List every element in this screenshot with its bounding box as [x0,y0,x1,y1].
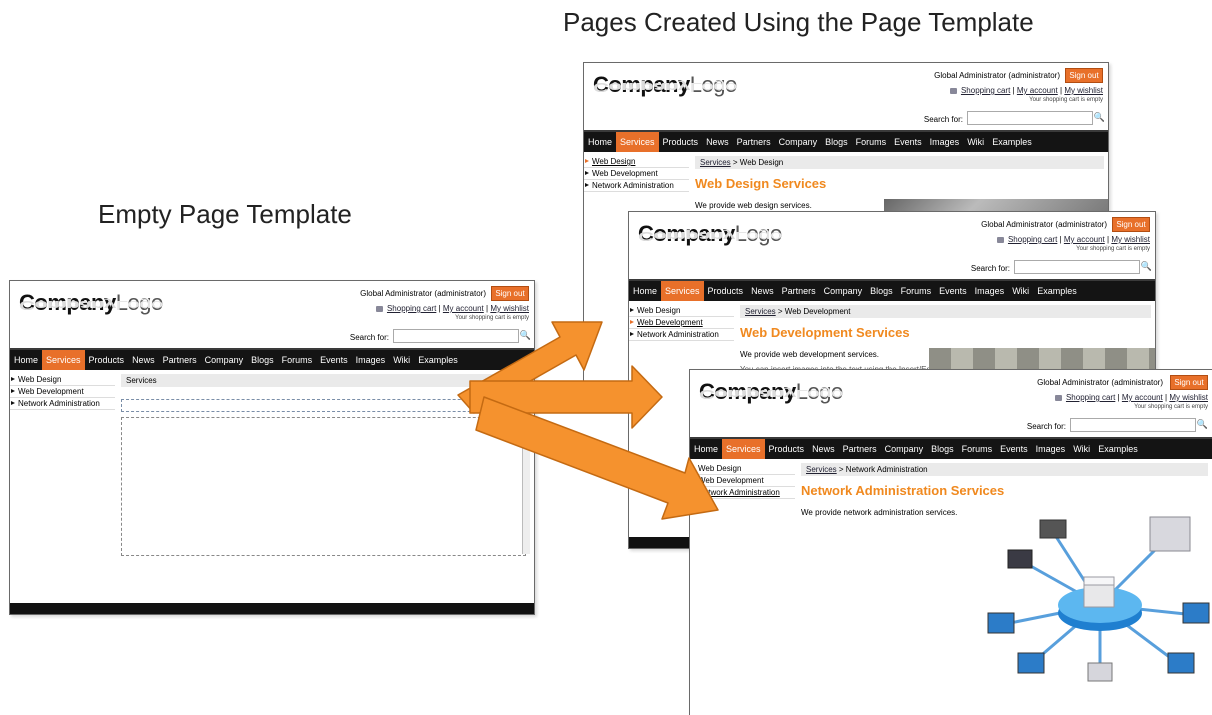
arrow-to-network-administration [475,396,719,520]
template-to-pages-arrows [457,321,719,520]
